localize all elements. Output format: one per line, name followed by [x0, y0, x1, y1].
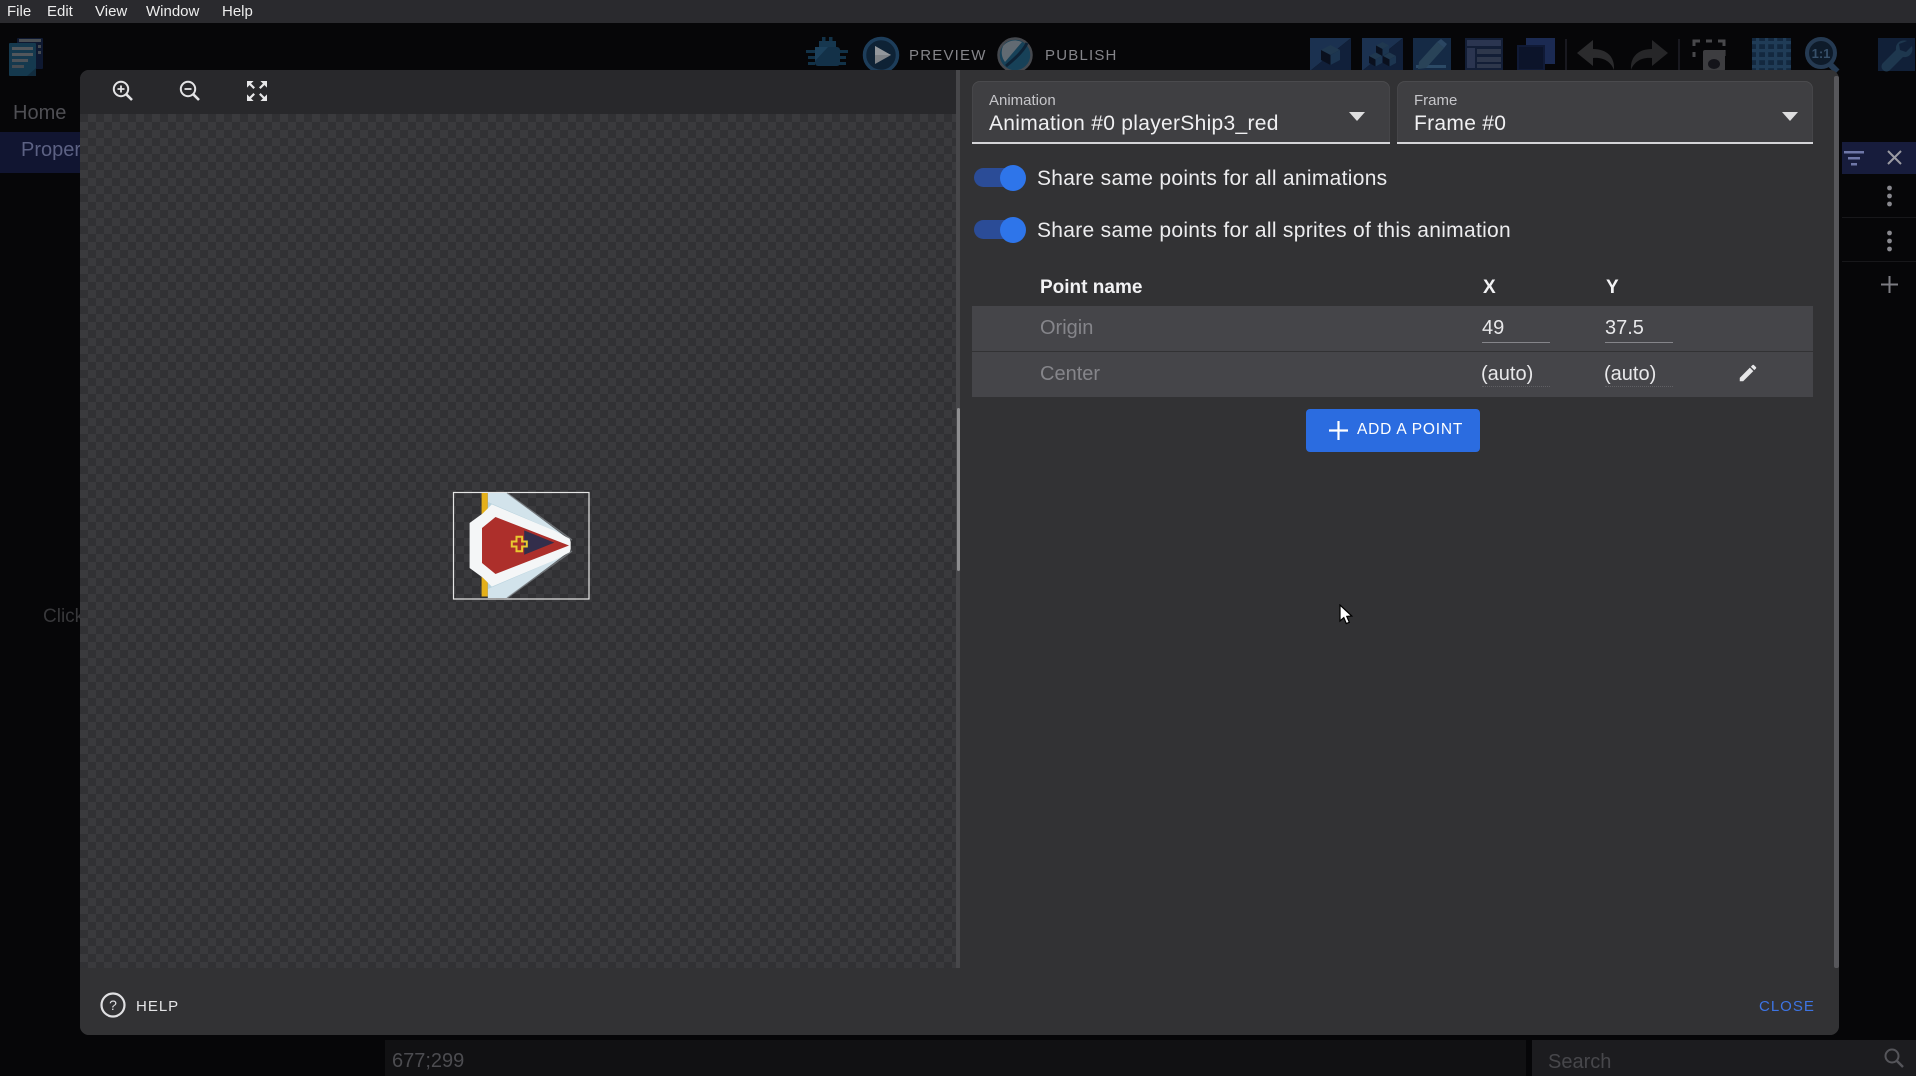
svg-text:1:1: 1:1: [1812, 46, 1831, 61]
svg-text:?: ?: [109, 997, 117, 1013]
